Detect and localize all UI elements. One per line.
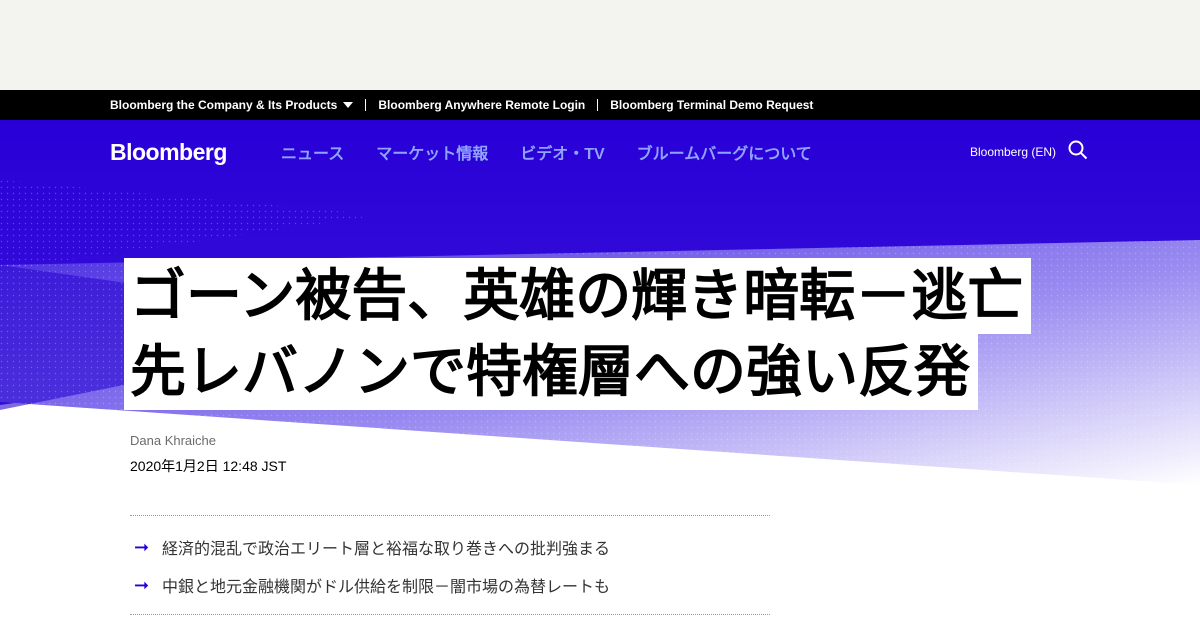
- headline-line-2: 先レバノンで特権層への強い反発: [124, 334, 978, 410]
- nav-right-group: Bloomberg (EN): [970, 120, 1088, 184]
- article-summary-list: ➞ 経済的混乱で政治エリート層と裕福な取り巻きへの批判強まる ➞ 中銀と地元金融…: [130, 528, 770, 604]
- summary-item-text: 経済的混乱で政治エリート層と裕福な取り巻きへの批判強まる: [162, 541, 611, 558]
- summary-item: ➞ 経済的混乱で政治エリート層と裕福な取り巻きへの批判強まる: [130, 528, 770, 566]
- nav-item-video-tv[interactable]: ビデオ・TV: [520, 140, 604, 164]
- topbar-company-products-label: Bloomberg the Company & Its Products: [110, 98, 338, 112]
- nav-item-about[interactable]: ブルームバーグについて: [637, 140, 812, 164]
- edition-switch-link[interactable]: Bloomberg (EN): [970, 145, 1056, 159]
- corporate-topbar: Bloomberg the Company & Its Products Blo…: [0, 90, 1200, 120]
- ad-banner-area: [0, 0, 1200, 90]
- topbar-remote-login-link[interactable]: Bloomberg Anywhere Remote Login: [378, 98, 585, 112]
- nav-item-news[interactable]: ニュース: [281, 140, 344, 164]
- article-headline: ゴーン被告、英雄の輝き暗転－逃亡 先レバノンで特権層への強い反発: [124, 258, 1124, 410]
- publish-datetime: 2020年1月2日 12:48 JST: [130, 458, 287, 474]
- arrow-right-icon: ➞: [134, 536, 150, 557]
- summary-item: ➞ 中銀と地元金融機関がドル供給を制限－闇市場の為替レートも: [130, 566, 770, 604]
- caret-down-icon: [343, 102, 354, 108]
- search-icon[interactable]: [1068, 140, 1088, 165]
- arrow-right-icon: ➞: [134, 574, 150, 595]
- topbar-demo-request-link[interactable]: Bloomberg Terminal Demo Request: [610, 98, 813, 112]
- main-navigation: Bloomberg ニュース マーケット情報 ビデオ・TV ブルームバーグについ…: [0, 120, 1200, 184]
- headline-line-1: ゴーン被告、英雄の輝き暗転－逃亡: [124, 258, 1032, 334]
- summary-divider-top: [130, 515, 770, 516]
- nav-item-markets[interactable]: マーケット情報: [376, 140, 488, 164]
- summary-item-text: 中銀と地元金融機関がドル供給を制限－闇市場の為替レートも: [162, 579, 611, 596]
- summary-divider-bottom: [130, 614, 770, 615]
- topbar-divider: [365, 99, 367, 111]
- author-byline[interactable]: Dana Khraiche: [130, 433, 216, 448]
- topbar-company-products-link[interactable]: Bloomberg the Company & Its Products: [110, 98, 354, 112]
- bloomberg-logo[interactable]: Bloomberg: [110, 139, 281, 166]
- topbar-divider: [597, 99, 599, 111]
